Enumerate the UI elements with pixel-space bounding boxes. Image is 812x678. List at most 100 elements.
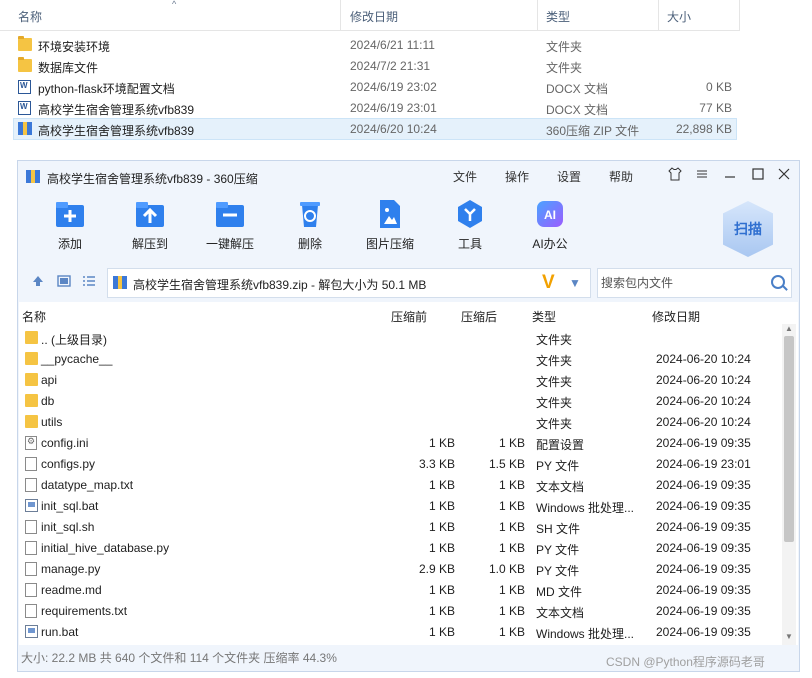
- column-compressed-size[interactable]: 压缩前: [391, 308, 427, 325]
- file-row[interactable]: api 文件夹 2024-06-20 10:24: [19, 369, 779, 390]
- search-input[interactable]: [599, 270, 763, 296]
- file-row[interactable]: init_sql.bat 1 KB 1 KB Windows 批处理... 2024-0…: [19, 495, 779, 516]
- one-click-extract-label: 一键解压: [205, 237, 254, 251]
- column-type[interactable]: 类型: [546, 8, 570, 25]
- column-name[interactable]: 名称: [22, 308, 46, 325]
- v-logo-icon[interactable]: V: [542, 272, 555, 294]
- thumbnail-view-icon[interactable]: [56, 274, 72, 290]
- explorer-row[interactable]: 数据库文件 2024/7/2 21:31 文件夹: [14, 56, 736, 76]
- add-label: 添加: [57, 237, 82, 251]
- file-row[interactable]: .. (上级目录) 文件夹: [19, 327, 779, 348]
- file-row[interactable]: utils 文件夹 2024-06-20 10:24: [19, 411, 779, 432]
- modified-date: 2024-06-19 09:35: [656, 541, 751, 555]
- scroll-up-icon[interactable]: ▲: [785, 324, 793, 333]
- ai-office-button[interactable]: AI AI办公: [515, 199, 585, 252]
- folder-icon: [25, 331, 38, 344]
- file-size: 0 KB: [705, 80, 732, 94]
- up-level-icon[interactable]: [30, 274, 46, 290]
- zip-icon: [26, 170, 40, 183]
- file-row[interactable]: __pycache__ 文件夹 2024-06-20 10:24: [19, 348, 779, 369]
- size-after: 1 KB: [498, 478, 525, 492]
- delete-button[interactable]: 删除: [275, 199, 345, 252]
- file-icon: [25, 562, 37, 576]
- file-row[interactable]: requirements.txt 1 KB 1 KB 文本文档 2024-06-19 0…: [19, 600, 779, 621]
- modified-date: 2024/6/21 11:11: [350, 38, 435, 52]
- file-type: SH 文件: [536, 522, 581, 536]
- file-row[interactable]: datatype_map.txt 1 KB 1 KB 文本文档 2024-06-19 0…: [19, 474, 779, 495]
- file-icon: [25, 478, 37, 492]
- file-name: 数据库文件: [38, 61, 99, 75]
- explorer-row[interactable]: 高校学生宿舍管理系统vfb839 2024/6/19 23:01 DOCX 文档 77…: [14, 98, 736, 118]
- file-type: PY 文件: [536, 459, 580, 473]
- list-view-icon[interactable]: [81, 274, 97, 290]
- column-divider[interactable]: [658, 0, 659, 30]
- modified-date: 2024-06-19 09:35: [656, 604, 751, 618]
- column-modified[interactable]: 修改日期: [652, 308, 700, 325]
- file-row[interactable]: manage.py 2.9 KB 1.0 KB PY 文件 2024-06-19 09:…: [19, 558, 779, 579]
- size-after: 1.0 KB: [488, 562, 525, 576]
- toolbar: 添加 解压到 一键解压 删除 图片压缩 工具 AI AI办公: [18, 191, 799, 263]
- explorer-row[interactable]: 高校学生宿舍管理系统vfb839 2024/6/20 10:24 360压缩 ZIP…: [13, 118, 737, 140]
- extract-to-button[interactable]: 解压到: [115, 199, 185, 252]
- column-name[interactable]: 名称: [18, 8, 42, 25]
- vertical-scrollbar[interactable]: ▲ ▼: [782, 324, 796, 645]
- file-type: 文件夹: [536, 333, 573, 347]
- image-compress-button[interactable]: 图片压缩: [355, 199, 425, 252]
- column-size[interactable]: 大小: [667, 8, 691, 25]
- search-icon[interactable]: [771, 275, 785, 289]
- file-row[interactable]: readme.md 1 KB 1 KB MD 文件 2024-06-19 09:35: [19, 579, 779, 600]
- ai-office-label: AI办公: [532, 237, 568, 251]
- column-modified[interactable]: 修改日期: [350, 8, 398, 25]
- explorer-row[interactable]: 环境安装环境 2024/6/21 11:11 文件夹: [14, 35, 736, 55]
- one-click-extract-button[interactable]: 一键解压: [195, 199, 265, 252]
- file-name: config.ini: [41, 436, 89, 450]
- menu-file[interactable]: 文件: [453, 168, 477, 185]
- word-doc-icon: [18, 80, 31, 94]
- file-row[interactable]: configs.py 3.3 KB 1.5 KB PY 文件 2024-06-19 23…: [19, 453, 779, 474]
- file-type: 文本文档: [536, 480, 585, 494]
- modified-date: 2024-06-19 09:35: [656, 520, 751, 534]
- scroll-down-icon[interactable]: ▼: [785, 632, 793, 641]
- menu-operation[interactable]: 操作: [505, 168, 529, 185]
- chevron-down-icon[interactable]: ▼: [569, 276, 581, 290]
- file-icon: [25, 457, 37, 471]
- file-name: utils: [41, 415, 63, 429]
- path-field[interactable]: 高校学生宿舍管理系统vfb839.zip - 解包大小为 50.1 MB V ▼: [107, 268, 591, 298]
- modified-date: 2024-06-20 10:24: [656, 415, 751, 429]
- file-row[interactable]: run.bat 1 KB 1 KB Windows 批处理... 2024-06-19 …: [19, 621, 779, 642]
- skin-shirt-icon[interactable]: [665, 166, 685, 186]
- menu-help[interactable]: 帮助: [609, 168, 633, 185]
- file-row[interactable]: db 文件夹 2024-06-20 10:24: [19, 390, 779, 411]
- tools-button[interactable]: 工具: [435, 199, 505, 252]
- explorer-row[interactable]: python-flask环境配置文档 2024/6/19 23:02 DOCX 文档…: [14, 77, 736, 97]
- menu-dropdown-icon[interactable]: [692, 166, 712, 186]
- file-name: __pycache__: [41, 352, 113, 366]
- size-before: 1 KB: [428, 520, 455, 534]
- folder-icon: [18, 57, 32, 72]
- modified-date: 2024-06-19 09:35: [656, 583, 751, 597]
- minimize-icon[interactable]: [720, 166, 740, 186]
- menu-settings[interactable]: 设置: [557, 168, 581, 185]
- svg-text:AI: AI: [544, 208, 556, 222]
- title-bar[interactable]: 高校学生宿舍管理系统vfb839 - 360压缩 文件 操作 设置 帮助: [18, 161, 799, 191]
- column-packed-size[interactable]: 压缩后: [461, 308, 497, 325]
- one-click-extract-icon: [214, 199, 246, 229]
- column-divider[interactable]: [739, 0, 740, 30]
- file-type: Windows 批处理...: [536, 627, 635, 641]
- watermark: CSDN @Python程序源码老哥: [606, 655, 765, 669]
- scrollbar-thumb[interactable]: [784, 336, 794, 542]
- file-name: init_sql.bat: [41, 499, 99, 513]
- search-box: [597, 268, 792, 298]
- column-divider[interactable]: [537, 0, 538, 30]
- file-row[interactable]: config.ini 1 KB 1 KB 配置设置 2024-06-19 09:35: [19, 432, 779, 453]
- maximize-icon[interactable]: [748, 166, 768, 186]
- modified-date: 2024-06-20 10:24: [656, 394, 751, 408]
- add-button[interactable]: 添加: [35, 199, 105, 252]
- file-name: readme.md: [41, 583, 102, 597]
- file-row[interactable]: init_sql.sh 1 KB 1 KB SH 文件 2024-06-19 09:35: [19, 516, 779, 537]
- close-icon[interactable]: [774, 166, 794, 186]
- file-row[interactable]: initial_hive_database.py 1 KB 1 KB PY 文件 202…: [19, 537, 779, 558]
- column-type[interactable]: 类型: [532, 308, 556, 325]
- file-name: api: [41, 373, 58, 387]
- column-divider[interactable]: [340, 0, 341, 30]
